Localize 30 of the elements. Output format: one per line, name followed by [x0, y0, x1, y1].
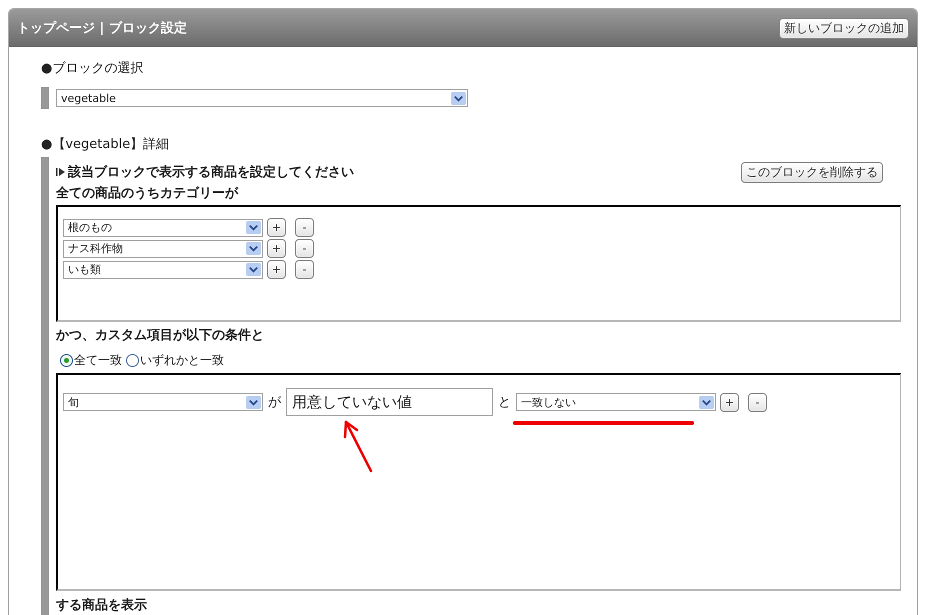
custom-heading: かつ、カスタム項目が以下の条件と [56, 327, 265, 345]
remove-button[interactable]: - [295, 260, 314, 279]
instruction-text: 該当ブロックで表示する商品を設定してください [68, 164, 354, 181]
category-select[interactable]: 根のもの [63, 218, 263, 236]
value-field[interactable]: 用意していない値 [286, 388, 493, 416]
radio-button[interactable] [126, 354, 139, 366]
radio-button[interactable] [60, 354, 73, 366]
add-button[interactable]: + [267, 239, 286, 258]
footer-text: する商品を表示 [56, 596, 148, 615]
add-block-button[interactable]: 新しいブロックの追加 [779, 18, 909, 38]
operator-select[interactable]: 一致しない [516, 393, 716, 411]
section-label: ●ブロックの選択 [41, 60, 144, 77]
play-icon [56, 167, 66, 177]
add-button[interactable]: + [267, 260, 286, 279]
category-select[interactable]: いも類 [63, 260, 263, 278]
remove-button[interactable]: - [748, 392, 767, 412]
radio-label: 全て一致 [74, 352, 122, 368]
block-select[interactable]: vegetable [56, 89, 468, 107]
section-label: ●【vegetable】詳細 [41, 136, 170, 153]
field-select[interactable]: 旬 [63, 393, 263, 411]
add-button[interactable]: + [267, 218, 286, 237]
remove-button[interactable]: - [295, 239, 314, 258]
connector-text: が [268, 394, 281, 411]
radio-label: いずれかと一致 [140, 352, 224, 368]
page-title: トップページ | ブロック設定 [17, 20, 187, 37]
category-select[interactable]: ナス科作物 [63, 240, 263, 258]
connector-text: と [498, 394, 511, 411]
delete-block-button[interactable]: このブロックを削除する [741, 162, 883, 182]
category-heading: 全ての商品のうちカテゴリーが [56, 184, 240, 203]
add-button[interactable]: + [720, 392, 739, 412]
